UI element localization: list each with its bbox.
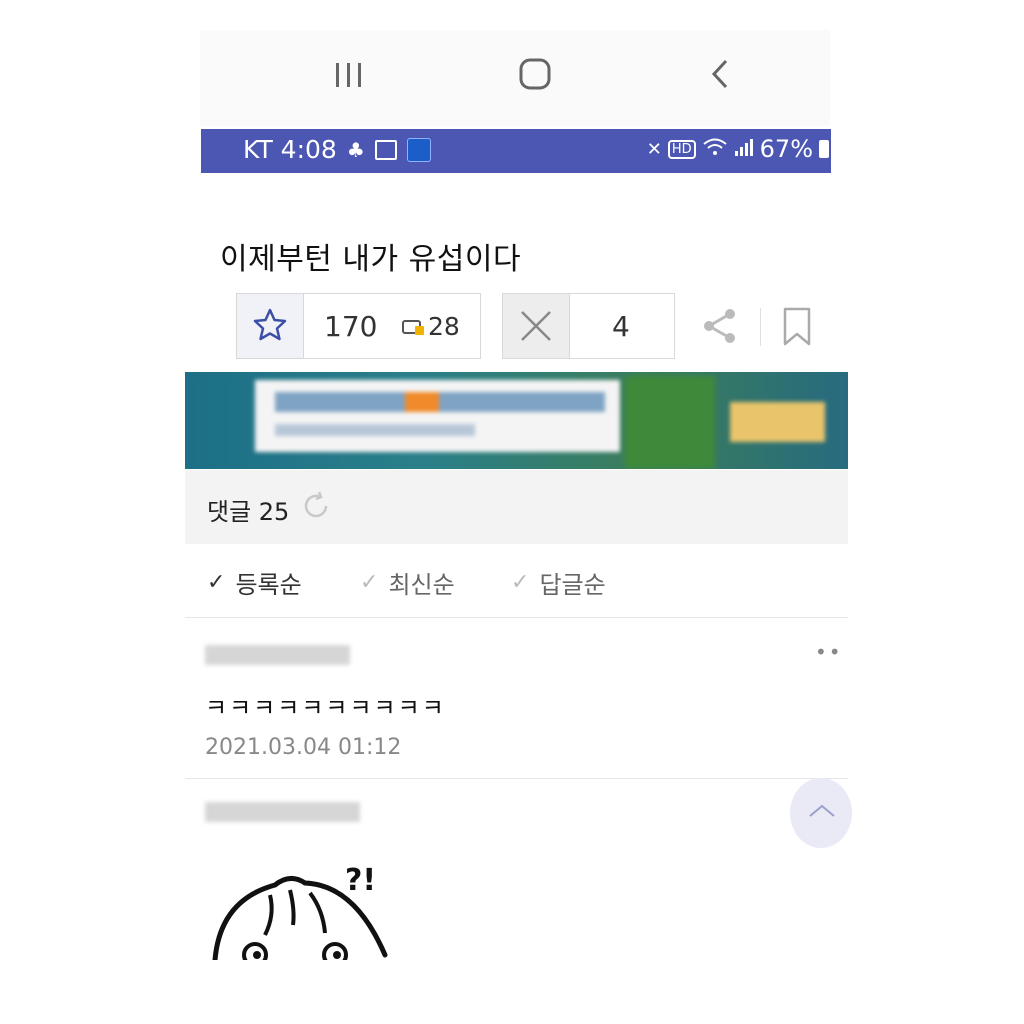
check-icon: ✓: [360, 570, 379, 595]
recommend-count: 170: [324, 310, 378, 343]
recommend-count-box: 170 28: [303, 293, 481, 359]
notification-icon: ♣: [346, 137, 365, 162]
back-icon[interactable]: [706, 57, 736, 95]
scroll-top-button[interactable]: [790, 778, 852, 848]
image-icon: [374, 139, 397, 160]
sort-option-registered[interactable]: ✓ 등록순: [207, 565, 302, 600]
dislike-count: 4: [612, 310, 630, 343]
svg-text:?!: ?!: [345, 863, 376, 898]
battery-percent: 67%: [759, 135, 813, 163]
post-title: 이제부턴 내가 유섭이다: [220, 242, 522, 277]
signal-icon: [734, 135, 754, 163]
badge-count: 28: [428, 312, 460, 341]
dislike-count-box: 4: [569, 293, 675, 359]
comment-text: ㅋㅋㅋㅋㅋㅋㅋㅋㅋㅋ: [205, 694, 446, 722]
comments-header: 댓글 25: [185, 470, 848, 544]
comment-date: 2021.03.04 01:12: [205, 735, 402, 760]
ad-card: [255, 380, 620, 452]
recent-apps-icon[interactable]: [333, 60, 365, 94]
sticker-image: ?!: [205, 855, 395, 960]
refresh-icon[interactable]: [300, 490, 332, 522]
app-notification-icon: [406, 137, 431, 162]
ad-badge: [730, 402, 825, 442]
sort-option-latest[interactable]: ✓ 최신순: [360, 565, 455, 600]
comments-count: 댓글 25: [207, 498, 290, 526]
hd-icon: HD: [667, 139, 696, 159]
comment-author-blurred: [205, 645, 350, 665]
bookmark-icon[interactable]: [782, 307, 812, 351]
status-bar: KT 4:08 ♣ ✕ HD 67%: [201, 129, 831, 173]
ad-banner[interactable]: [185, 372, 848, 469]
check-icon: ✓: [207, 570, 226, 595]
more-icon[interactable]: ••: [815, 640, 843, 664]
scroll-top-icon: [809, 804, 835, 817]
comment-divider: [185, 778, 848, 779]
mute-icon: ✕: [646, 138, 662, 160]
recommend-button[interactable]: [236, 293, 304, 359]
share-icon[interactable]: [700, 306, 740, 350]
comment-author-blurred: [205, 802, 360, 822]
check-icon: ✓: [511, 570, 530, 595]
home-icon[interactable]: [518, 57, 552, 95]
star-icon: [253, 308, 287, 341]
ad-image: [625, 376, 715, 469]
x-icon: [521, 311, 551, 341]
carrier-time: KT 4:08: [243, 135, 337, 164]
sort-option-replies[interactable]: ✓ 답글순: [511, 565, 606, 600]
badge-icon: [402, 320, 424, 335]
comment-sort-tabs: ✓ 등록순 ✓ 최신순 ✓ 답글순: [185, 545, 848, 618]
wifi-icon: [702, 135, 728, 163]
battery-icon: [819, 140, 829, 158]
dislike-button[interactable]: [502, 293, 570, 359]
action-divider: [760, 308, 761, 346]
